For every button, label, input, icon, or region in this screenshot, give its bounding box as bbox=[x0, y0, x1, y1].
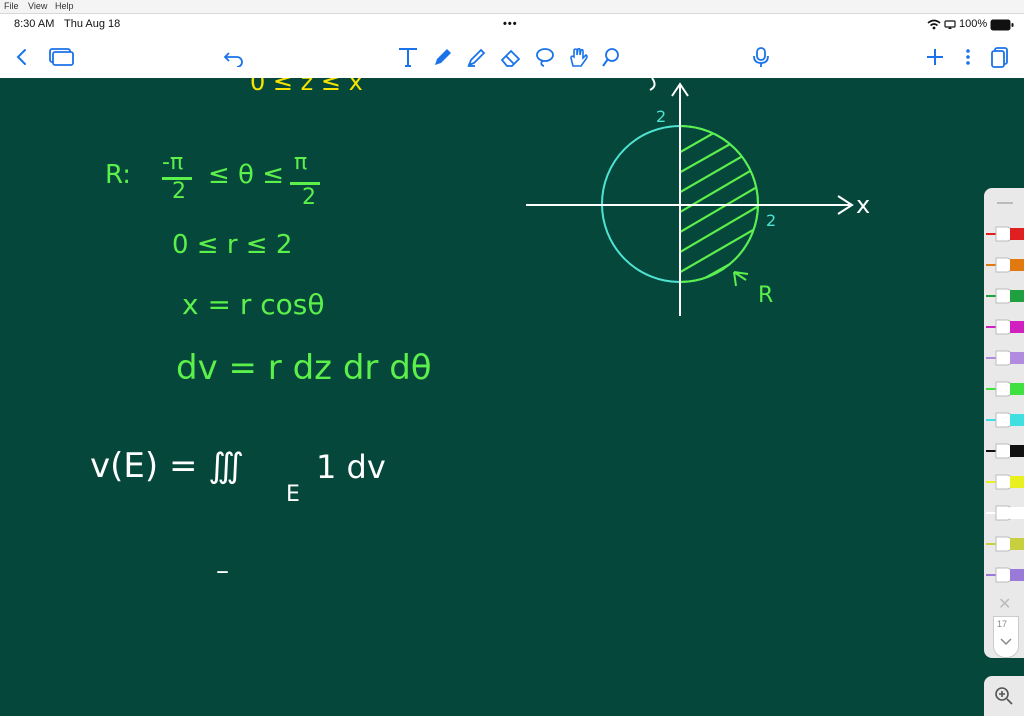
palette-close-icon[interactable]: ✕ bbox=[998, 594, 1011, 614]
lasso-icon[interactable] bbox=[533, 45, 557, 69]
pen-swatch[interactable] bbox=[986, 440, 1024, 462]
mic-icon[interactable] bbox=[749, 45, 773, 69]
layout-icon[interactable] bbox=[988, 45, 1012, 69]
menu-help[interactable]: Help bbox=[55, 1, 74, 11]
note-canvas[interactable]: 0 ≤ z ≤ x R: -π 2 ≤ θ ≤ π 2 0 ≤ r ≤ 2 x … bbox=[0, 78, 1024, 716]
more-icon[interactable] bbox=[956, 45, 980, 69]
zoom-button[interactable] bbox=[984, 676, 1024, 716]
shape-icon[interactable] bbox=[599, 45, 623, 69]
back-icon[interactable] bbox=[10, 45, 34, 69]
pen-swatch[interactable] bbox=[986, 316, 1024, 338]
region-r-label: R bbox=[758, 283, 773, 308]
menu-view[interactable]: View bbox=[28, 1, 47, 11]
menu-file[interactable]: File bbox=[4, 1, 19, 11]
x-tick-label: 2 bbox=[766, 211, 776, 230]
wifi-icon bbox=[927, 19, 941, 30]
pen-swatch[interactable] bbox=[986, 254, 1024, 276]
zoom-icon bbox=[995, 687, 1013, 705]
pen-swatch[interactable] bbox=[986, 409, 1024, 431]
pen-swatch[interactable] bbox=[986, 347, 1024, 369]
highlighter-icon[interactable] bbox=[465, 45, 489, 69]
top-inequality: 0 ≤ z ≤ x bbox=[250, 78, 363, 96]
pen-swatch[interactable] bbox=[986, 564, 1024, 586]
x-equation: x = r cosθ bbox=[182, 288, 325, 321]
pen-swatch[interactable] bbox=[986, 223, 1024, 245]
dash-mark: – bbox=[216, 556, 229, 586]
pen-swatch[interactable] bbox=[986, 285, 1024, 307]
app-menubar: File View Help bbox=[0, 0, 1024, 14]
status-time: 8:30 AM bbox=[14, 18, 55, 30]
region-sketch: 2 2 x R bbox=[526, 78, 870, 316]
screen-mirror-icon bbox=[944, 20, 956, 29]
pen-swatch[interactable] bbox=[986, 502, 1024, 524]
battery-percent: 100% bbox=[959, 18, 988, 30]
notes-toolbar bbox=[0, 36, 1024, 79]
hand-icon[interactable] bbox=[566, 45, 590, 69]
r-range: 0 ≤ r ≤ 2 bbox=[172, 230, 293, 260]
multitask-dots-icon[interactable]: ••• bbox=[503, 18, 518, 30]
pen-palette: ✕ 17 bbox=[984, 188, 1024, 658]
region-label: R: bbox=[105, 160, 132, 190]
palette-handle[interactable] bbox=[997, 202, 1013, 204]
add-icon[interactable] bbox=[923, 45, 947, 69]
fraction-denominator-right: 2 bbox=[302, 185, 316, 210]
text-tool-icon[interactable] bbox=[396, 45, 420, 69]
undo-icon[interactable] bbox=[222, 45, 246, 69]
pen-swatch[interactable] bbox=[986, 471, 1024, 493]
theta-inequality: ≤ θ ≤ bbox=[208, 160, 285, 190]
page-count: 17 bbox=[997, 619, 1008, 629]
y-tick-label: 2 bbox=[656, 107, 666, 126]
pen-tool-icon[interactable] bbox=[431, 45, 455, 69]
chevron-down-icon bbox=[1000, 638, 1012, 646]
eraser-icon[interactable] bbox=[499, 45, 523, 69]
status-date: Thu Aug 18 bbox=[64, 18, 121, 30]
pen-swatch[interactable] bbox=[986, 378, 1024, 400]
pi-numerator: π bbox=[294, 150, 308, 175]
integrand: 1 dv bbox=[316, 448, 386, 486]
y-axis-label-mark bbox=[649, 78, 656, 91]
integral-subscript: E bbox=[286, 482, 300, 507]
neg-pi-numerator: -π bbox=[162, 150, 184, 175]
page-scroller[interactable]: 17 bbox=[993, 616, 1019, 658]
fraction-denominator-left: 2 bbox=[172, 179, 186, 204]
volume-equation: v(E) = ∭ bbox=[90, 446, 245, 486]
region-arrow bbox=[733, 271, 749, 287]
pen-swatch[interactable] bbox=[986, 533, 1024, 555]
status-bar: 8:30 AM Thu Aug 18 ••• 100% bbox=[0, 14, 1024, 36]
x-axis-label: x bbox=[856, 191, 870, 219]
battery-icon bbox=[990, 19, 1014, 31]
dv-equation: dv = r dz dr dθ bbox=[176, 348, 432, 388]
pages-icon[interactable] bbox=[48, 45, 76, 69]
